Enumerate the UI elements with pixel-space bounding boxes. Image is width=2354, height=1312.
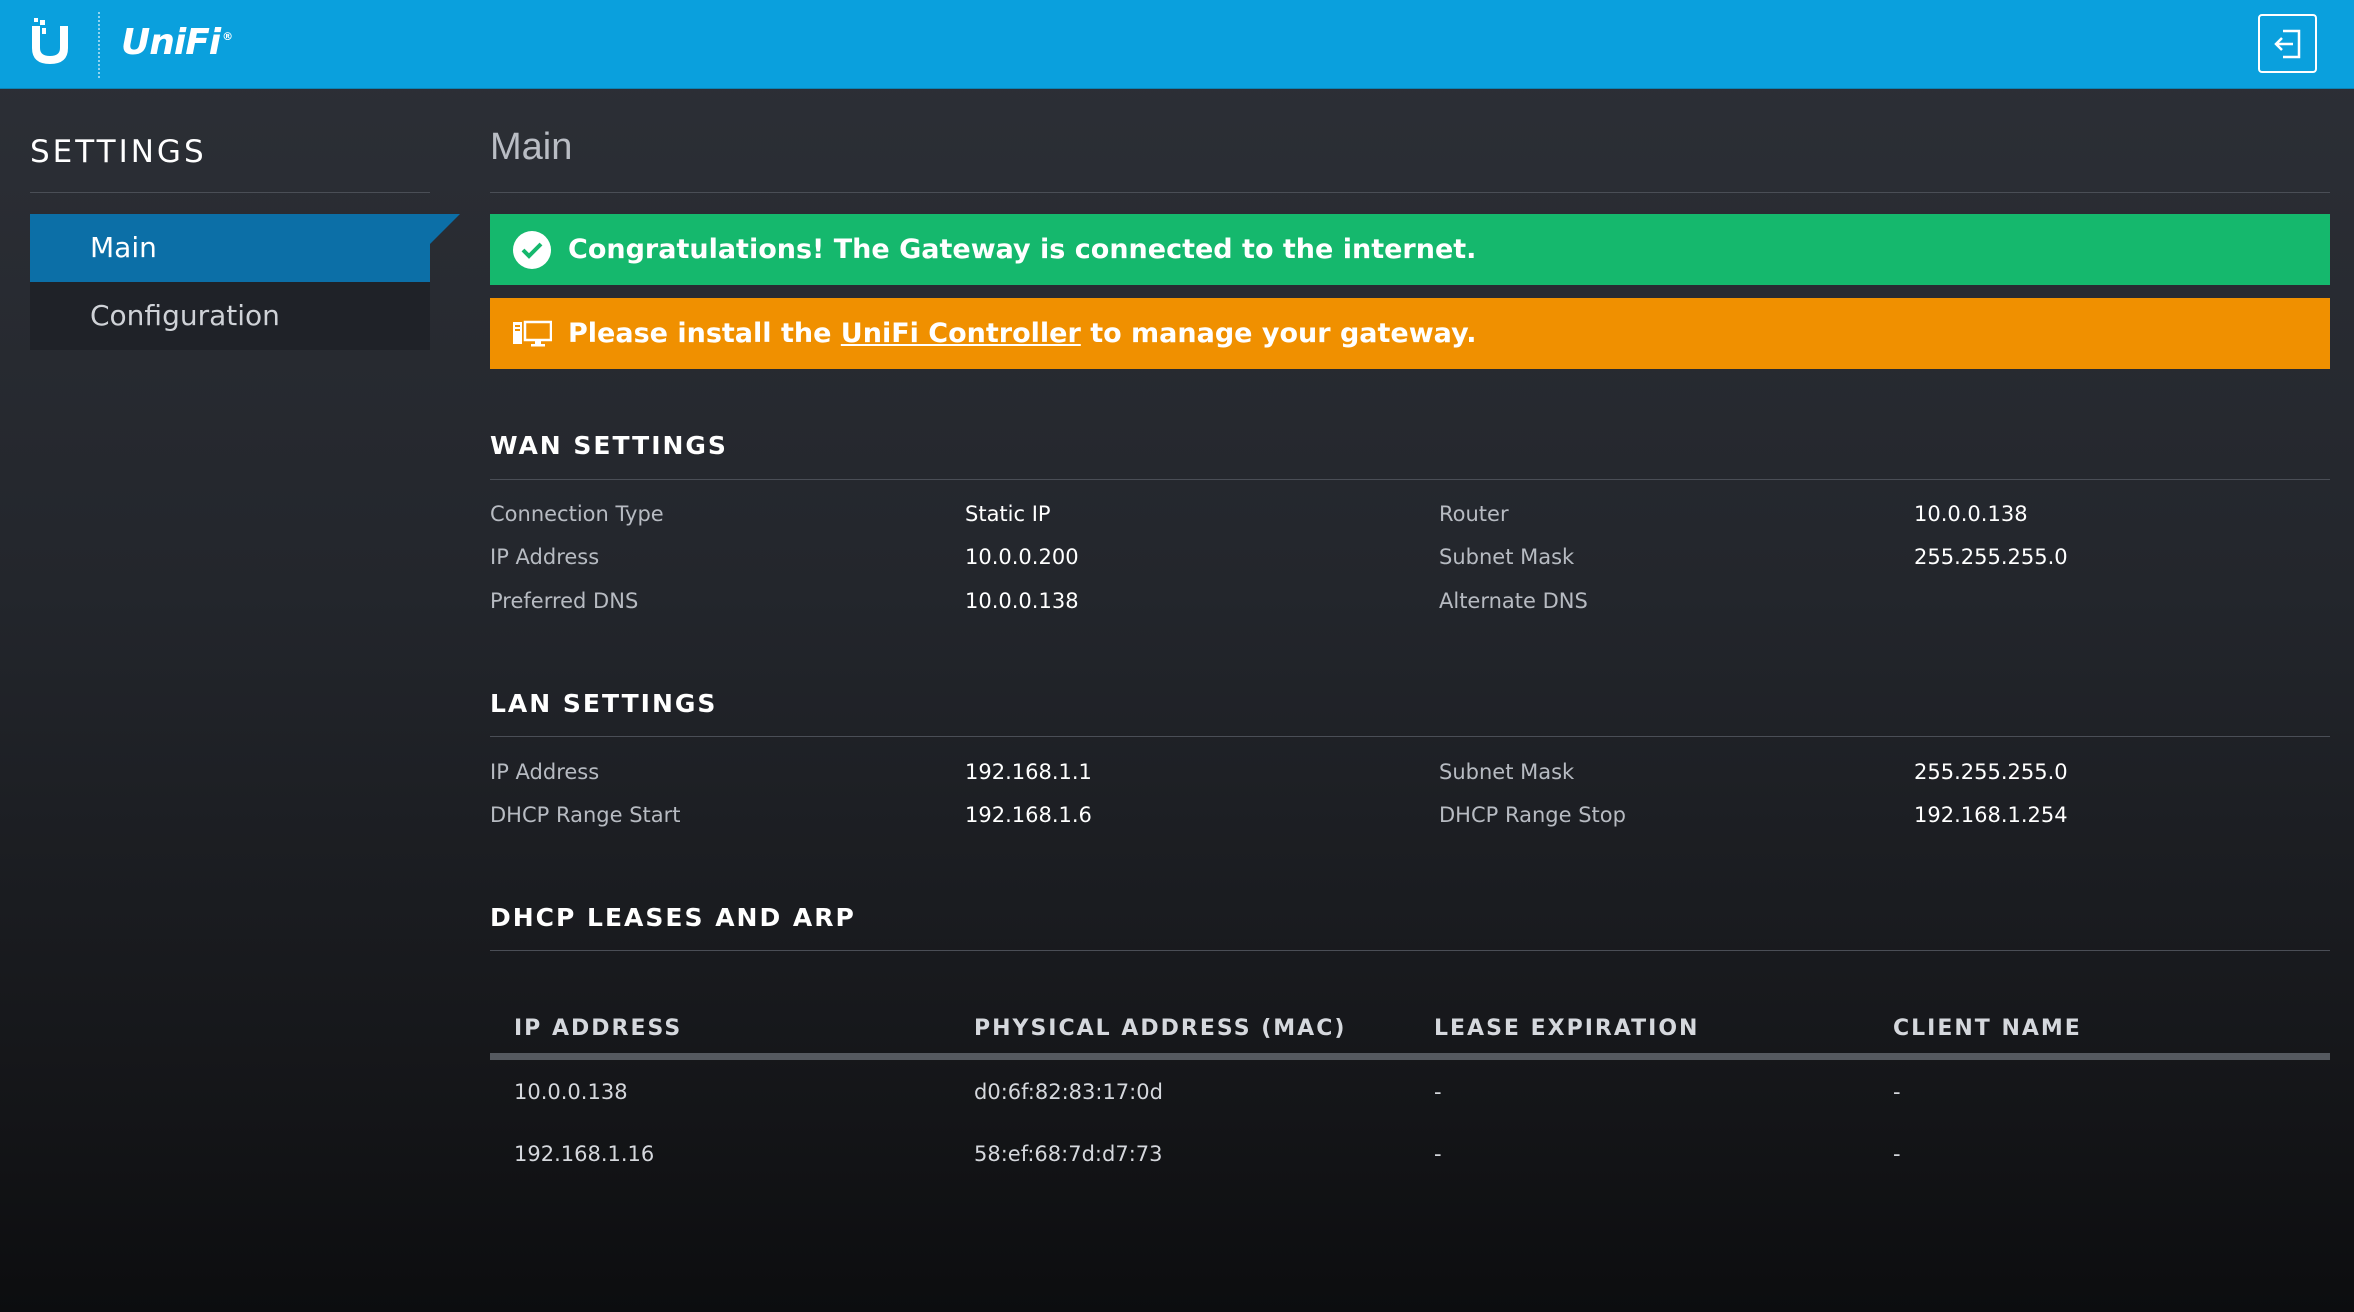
connection-type-value: Static IP [965, 502, 1051, 526]
table-cell-client-name: - [1893, 1142, 1901, 1166]
check-circle-icon [512, 230, 552, 270]
success-alert: Congratulations! The Gateway is connecte… [490, 214, 2330, 285]
page-title: Main [490, 126, 573, 168]
brand-name: UniFi [121, 22, 221, 63]
column-header-ip-address[interactable]: IP ADDRESS [514, 1016, 682, 1041]
table-cell-ip: 192.168.1.16 [514, 1142, 655, 1166]
lan-ip-label: IP Address [490, 760, 600, 784]
router-label: Router [1439, 502, 1509, 526]
preferred-dns-label: Preferred DNS [490, 589, 639, 613]
registered-mark: ® [222, 30, 233, 43]
logout-icon [2273, 29, 2300, 58]
connection-type-label: Connection Type [490, 502, 664, 526]
router-value: 10.0.0.138 [1914, 502, 2028, 526]
table-cell-lease-expiration: - [1434, 1080, 1442, 1104]
lan-subnet-value: 255.255.255.0 [1914, 760, 2068, 784]
table-header-divider [490, 1053, 2330, 1060]
logo-separator [98, 12, 100, 78]
wan-divider [490, 479, 2330, 480]
sidebar-item-main[interactable]: Main [30, 214, 460, 282]
controller-alert-suffix: to manage your gateway. [1080, 318, 1477, 349]
dhcp-leases-divider [490, 950, 2330, 951]
dhcp-leases-heading: DHCP LEASES AND ARP [490, 903, 856, 932]
preferred-dns-value: 10.0.0.138 [965, 589, 1079, 613]
column-header-client-name[interactable]: CLIENT NAME [1893, 1016, 2082, 1041]
dhcp-range-start-label: DHCP Range Start [490, 803, 681, 827]
unifi-logo[interactable]: UniFi ® [121, 18, 233, 68]
wan-subnet-value: 255.255.255.0 [1914, 545, 2068, 569]
lan-divider [490, 736, 2330, 737]
sidebar-divider [30, 192, 430, 193]
alternate-dns-label: Alternate DNS [1439, 589, 1588, 613]
monitor-icon [512, 314, 552, 354]
sidebar-item-configuration[interactable]: Configuration [30, 282, 430, 350]
table-cell-mac: d0:6f:82:83:17:0d [974, 1080, 1163, 1104]
dhcp-range-start-value: 192.168.1.6 [965, 803, 1092, 827]
lan-settings-heading: LAN SETTINGS [490, 689, 718, 718]
ubiquiti-logo-icon[interactable] [28, 18, 72, 68]
wan-ip-value: 10.0.0.200 [965, 545, 1079, 569]
table-cell-mac: 58:ef:68:7d:d7:73 [974, 1142, 1163, 1166]
unifi-controller-link[interactable]: UniFi Controller [841, 318, 1081, 349]
column-header-physical-address[interactable]: PHYSICAL ADDRESS (MAC) [974, 1016, 1346, 1041]
wan-settings-heading: WAN SETTINGS [490, 431, 728, 460]
controller-alert-prefix: Please install the [568, 318, 841, 349]
lan-subnet-label: Subnet Mask [1439, 760, 1575, 784]
wan-ip-label: IP Address [490, 545, 600, 569]
controller-alert: Please install the UniFi Controller to m… [490, 298, 2330, 369]
sidebar-menu: Main Configuration [30, 214, 460, 350]
sidebar-title: SETTINGS [30, 134, 207, 170]
table-cell-ip: 10.0.0.138 [514, 1080, 628, 1104]
page-title-divider [490, 192, 2330, 193]
dhcp-range-stop-label: DHCP Range Stop [1439, 803, 1626, 827]
logout-button[interactable] [2258, 14, 2317, 73]
lan-ip-value: 192.168.1.1 [965, 760, 1092, 784]
table-cell-lease-expiration: - [1434, 1142, 1442, 1166]
top-bar: UniFi ® [0, 0, 2354, 89]
dhcp-range-stop-value: 192.168.1.254 [1914, 803, 2068, 827]
column-header-lease-expiration[interactable]: LEASE EXPIRATION [1434, 1016, 1699, 1041]
wan-subnet-label: Subnet Mask [1439, 545, 1575, 569]
table-cell-client-name: - [1893, 1080, 1901, 1104]
success-alert-text: Congratulations! The Gateway is connecte… [568, 234, 1477, 265]
